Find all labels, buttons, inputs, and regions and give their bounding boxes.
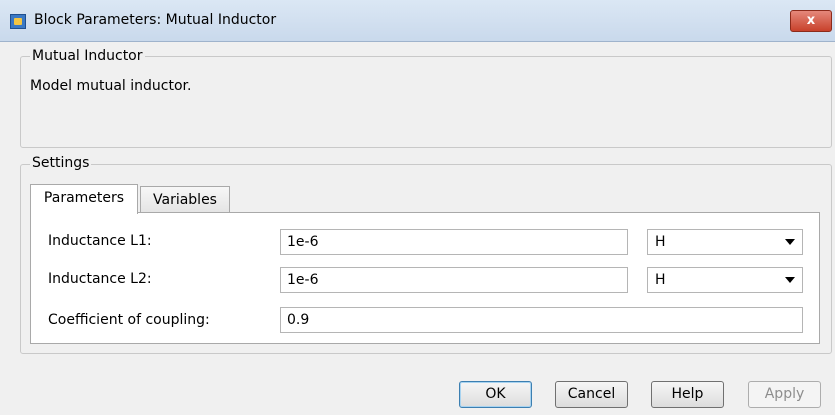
window-title: Block Parameters: Mutual Inductor — [34, 12, 277, 28]
inductance-l1-field[interactable]: 1e-6 — [280, 229, 628, 255]
coupling-coefficient-label: Coefficient of coupling: — [48, 312, 210, 328]
tab-parameters-label: Parameters — [43, 190, 125, 206]
ok-button[interactable]: OK — [459, 381, 532, 408]
cancel-button[interactable]: Cancel — [555, 381, 628, 408]
inductance-l2-value: 1e-6 — [287, 272, 319, 288]
coupling-coefficient-field[interactable]: 0.9 — [280, 307, 803, 333]
inductance-l2-unit-select[interactable]: H — [647, 267, 803, 293]
chevron-down-icon — [785, 277, 795, 283]
block-parameters-icon — [10, 14, 26, 29]
tab-variables-label: Variables — [153, 192, 217, 208]
help-button-label: Help — [671, 386, 704, 402]
block-group-title: Mutual Inductor — [30, 48, 145, 64]
settings-group-title: Settings — [30, 155, 92, 171]
block-description: Model mutual inductor. — [30, 78, 192, 94]
ok-button-label: OK — [485, 386, 506, 402]
inductance-l2-label: Inductance L2: — [48, 271, 152, 287]
close-button[interactable]: x — [790, 10, 832, 32]
coupling-coefficient-value: 0.9 — [287, 312, 310, 328]
tab-parameters[interactable]: Parameters — [30, 184, 138, 214]
inductance-l2-field[interactable]: 1e-6 — [280, 267, 628, 293]
apply-button-label: Apply — [764, 386, 805, 402]
apply-button[interactable]: Apply — [748, 381, 821, 408]
inductance-l1-value: 1e-6 — [287, 234, 319, 250]
chevron-down-icon — [785, 239, 795, 245]
title-bar: Block Parameters: Mutual Inductor x — [0, 0, 835, 42]
inductance-l1-unit: H — [655, 234, 666, 250]
block-description-group — [20, 56, 832, 148]
inductance-l1-unit-select[interactable]: H — [647, 229, 803, 255]
inductance-l2-unit: H — [655, 272, 666, 288]
tab-variables[interactable]: Variables — [140, 186, 230, 214]
help-button[interactable]: Help — [651, 381, 724, 408]
close-icon: x — [806, 13, 816, 28]
cancel-button-label: Cancel — [567, 386, 616, 402]
inductance-l1-label: Inductance L1: — [48, 233, 152, 249]
